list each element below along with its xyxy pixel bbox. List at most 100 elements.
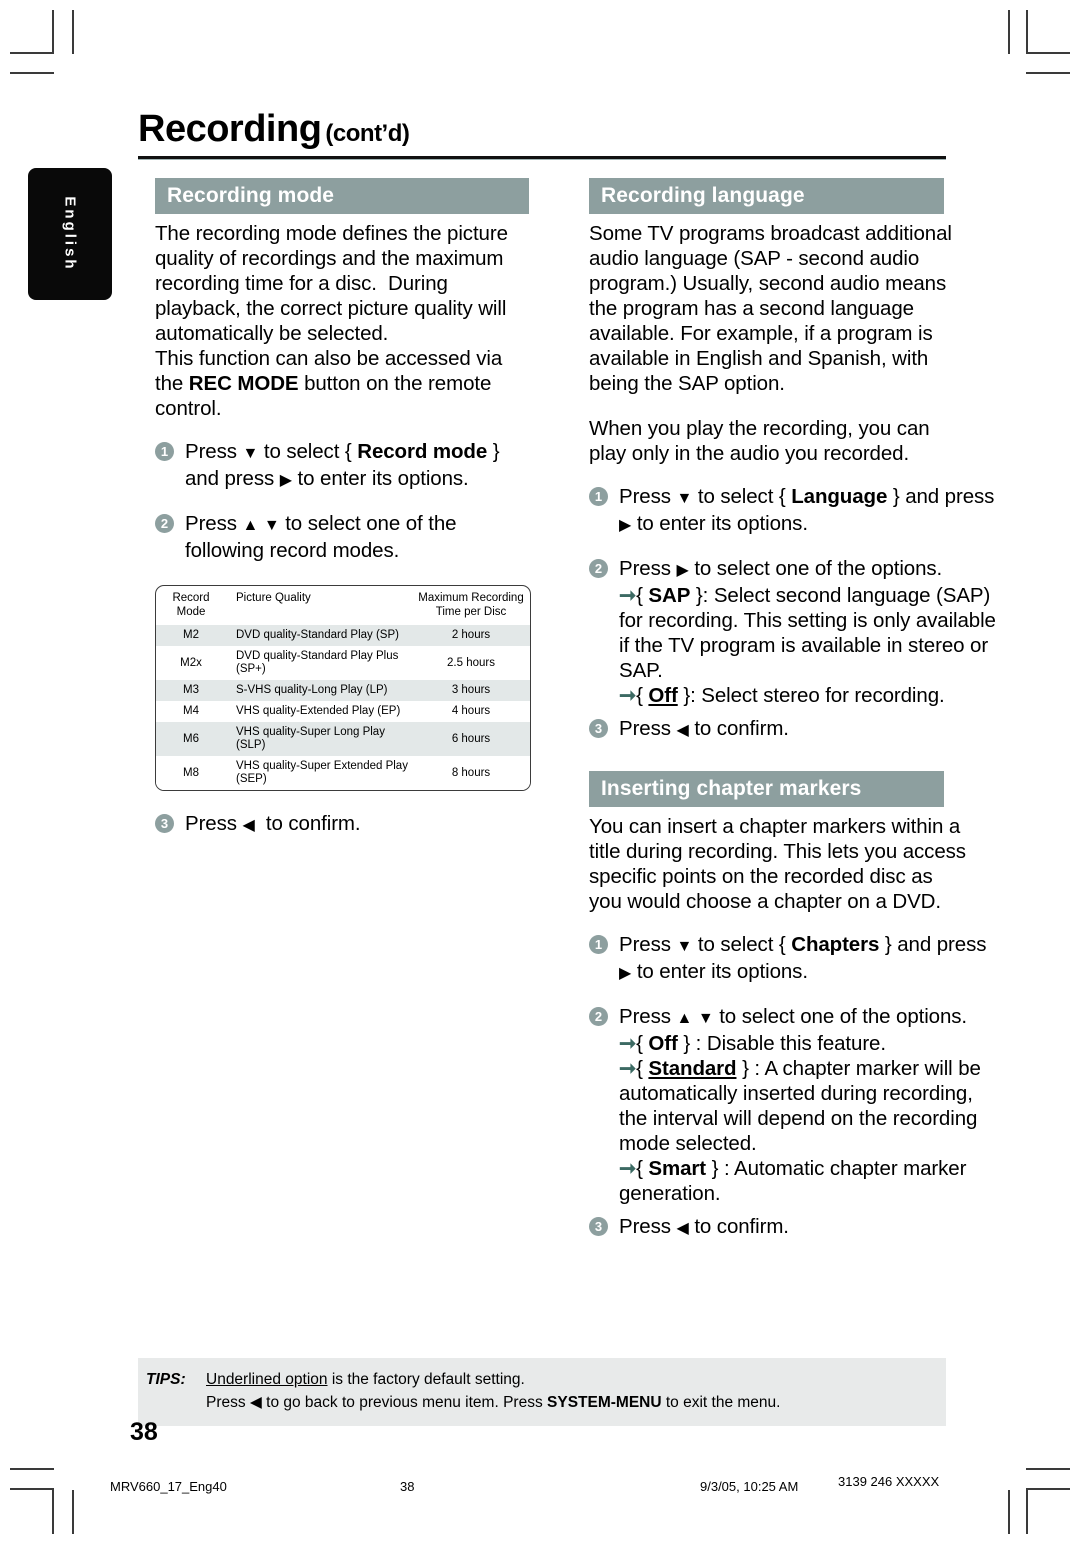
option-arrow-icon: ➞	[619, 684, 637, 707]
crop-mark-bottom-right-2	[1026, 1488, 1070, 1490]
step-number-badge: 1	[589, 487, 608, 506]
cell-picture-quality: DVD quality-Standard Play Plus (SP+)	[236, 650, 399, 675]
down-arrow-icon: ▼	[676, 490, 693, 507]
right-arrow-icon: ▶	[279, 472, 292, 489]
crop-mark-top-right-v2	[1026, 10, 1028, 54]
step-language-3: 3 Press ◀ to confirm.	[589, 716, 996, 743]
option-name-sap: SAP	[648, 584, 691, 607]
option-arrow-icon: ➞	[619, 1032, 637, 1055]
cell-picture-quality: VHS quality-Super Long Play (SLP)	[236, 726, 385, 751]
footer-page-number: 38	[400, 1479, 415, 1494]
paragraph-recording-language-1: Some TV programs broadcast additional au…	[589, 222, 952, 395]
footer-date-time: 9/3/05, 10:25 AM	[700, 1479, 799, 1494]
step-number-badge: 3	[589, 1217, 608, 1236]
system-menu-button-label: SYSTEM-MENU	[547, 1394, 662, 1411]
cell-max-time: 8 hours	[451, 766, 491, 779]
crop-mark-bottom-left-2	[10, 1488, 54, 1490]
paragraph-recording-language-2: When you play the recording, you can pla…	[589, 417, 930, 465]
column-header-record-mode: Record Mode	[172, 592, 210, 618]
left-arrow-icon: ◀	[676, 722, 689, 739]
tips-line-2: Press ◀ to go back to previous menu item…	[206, 1394, 781, 1411]
table-row: M6 VHS quality-Super Long Play (SLP) 6 hou…	[156, 722, 530, 756]
left-column: Recording mode The recording mode define…	[155, 178, 531, 838]
tips-line-1: Underlined option is the factory default…	[206, 1371, 525, 1388]
right-arrow-icon: ▶	[619, 965, 632, 982]
step-record-mode-1: 1 Press ▼ to select { Record mode } and …	[155, 439, 529, 493]
crop-mark-bottom-left-v2	[72, 1490, 74, 1534]
section-header-recording-mode: Recording mode	[155, 178, 529, 214]
page-title-main: Recording	[138, 108, 322, 150]
step-language-1: 1 Press ▼ to select { Language } and pre…	[589, 484, 996, 538]
table-row: M4 VHS quality-Extended Play (EP) 4 hours	[156, 701, 530, 722]
crop-mark-top-right-v	[1008, 10, 1010, 54]
up-arrow-icon: ▲	[242, 517, 259, 534]
language-tab: English	[28, 168, 112, 300]
record-mode-table: Record Mode Picture Quality Maximum Reco…	[155, 585, 531, 791]
tips-box: TIPS: Underlined option is the factory d…	[138, 1358, 946, 1426]
language-tab-label: English	[61, 196, 79, 272]
cell-record-mode: M2	[183, 629, 199, 641]
step-number-badge: 3	[155, 814, 174, 833]
title-divider	[138, 156, 946, 160]
cell-max-time: 4 hours	[451, 705, 491, 717]
option-desc-off: : Disable this feature.	[690, 1032, 886, 1055]
cell-picture-quality: VHS quality-Super Extended Play (SEP)	[236, 760, 408, 785]
right-arrow-icon: ▶	[619, 517, 632, 534]
crop-mark-bottom-right-v	[1008, 1490, 1010, 1534]
crop-mark-top-right	[1026, 52, 1070, 54]
column-header-picture-quality: Picture Quality	[236, 592, 311, 604]
cell-picture-quality: VHS quality-Extended Play (EP)	[236, 705, 401, 717]
paragraph-recording-mode-1: The recording mode defines the picture q…	[155, 222, 508, 420]
cell-record-mode: M6	[183, 732, 199, 745]
option-name-off: Off	[648, 684, 678, 707]
crop-mark-top-left-2	[10, 72, 54, 74]
tips-content: Underlined option is the factory default…	[206, 1368, 946, 1414]
page-title: Recording (cont’d)	[138, 108, 410, 151]
section-header-recording-language: Recording language	[589, 178, 944, 214]
down-arrow-icon: ▼	[697, 1010, 714, 1027]
option-name-standard: Standard	[648, 1057, 737, 1080]
table-row: M3 S-VHS quality-Long Play (LP) 3 hours	[156, 680, 530, 701]
up-arrow-icon: ▲	[676, 1010, 693, 1027]
option-arrow-icon: ➞	[619, 1057, 637, 1080]
right-arrow-icon: ▶	[676, 562, 689, 579]
cell-picture-quality: S-VHS quality-Long Play (LP)	[236, 684, 388, 696]
crop-mark-top-left-v2	[72, 10, 74, 54]
section-header-inserting-chapter-markers: Inserting chapter markers	[589, 771, 944, 807]
option-arrow-icon: ➞	[619, 584, 637, 607]
crop-mark-bottom-right	[1026, 1468, 1070, 1470]
step-number-badge: 1	[155, 442, 174, 461]
step-chapters-2: 2 Press ▲ ▼ to select one of the options…	[589, 1004, 996, 1206]
cell-max-time: 3 hours	[451, 684, 491, 696]
column-header-maximum-recording-time: Maximum Recording Time per Disc	[418, 592, 524, 618]
page-title-suffix: (cont’d)	[325, 120, 410, 147]
step-number-badge: 2	[589, 1007, 608, 1026]
footer-file-name: MRV660_17_Eng40	[110, 1479, 227, 1494]
step-language-2: 2 Press ▶ to select one of the options. …	[589, 556, 996, 708]
footer-doc-code: 3139 246 XXXXX	[838, 1474, 940, 1489]
cell-record-mode: M4	[183, 705, 199, 717]
table-row: M2x DVD quality-Standard Play Plus (SP+) 2…	[156, 646, 530, 680]
cell-max-time: 2 hours	[451, 629, 491, 641]
cell-max-time: 6 hours	[451, 732, 491, 745]
crop-mark-top-left	[10, 52, 54, 54]
cell-record-mode: M2x	[180, 656, 202, 669]
step-number-badge: 3	[589, 719, 608, 738]
step-chapters-3: 3 Press ◀ to confirm.	[589, 1214, 996, 1241]
table-row: M2 DVD quality-Standard Play (SP) 2 hours	[156, 625, 530, 646]
cell-picture-quality: DVD quality-Standard Play (SP)	[236, 629, 399, 641]
cell-record-mode: M3	[183, 684, 199, 696]
down-arrow-icon: ▼	[242, 445, 259, 462]
down-arrow-icon: ▼	[676, 938, 693, 955]
crop-mark-bottom-left	[10, 1468, 54, 1470]
step-record-mode-2: 2 Press ▲ ▼ to select one of the followi…	[155, 511, 529, 563]
step-number-badge: 2	[589, 559, 608, 578]
step-record-mode-3: 3 Press ◀ to confirm.	[155, 811, 529, 838]
option-arrow-icon: ➞	[619, 1157, 637, 1180]
crop-mark-top-left-v	[52, 10, 54, 54]
tips-label: TIPS:	[146, 1371, 186, 1388]
table-row: M8 VHS quality-Super Extended Play (SEP) 8…	[156, 756, 530, 790]
left-arrow-icon: ◀	[676, 1220, 689, 1237]
cell-record-mode: M8	[183, 766, 199, 779]
crop-mark-top-right-2	[1026, 72, 1070, 74]
